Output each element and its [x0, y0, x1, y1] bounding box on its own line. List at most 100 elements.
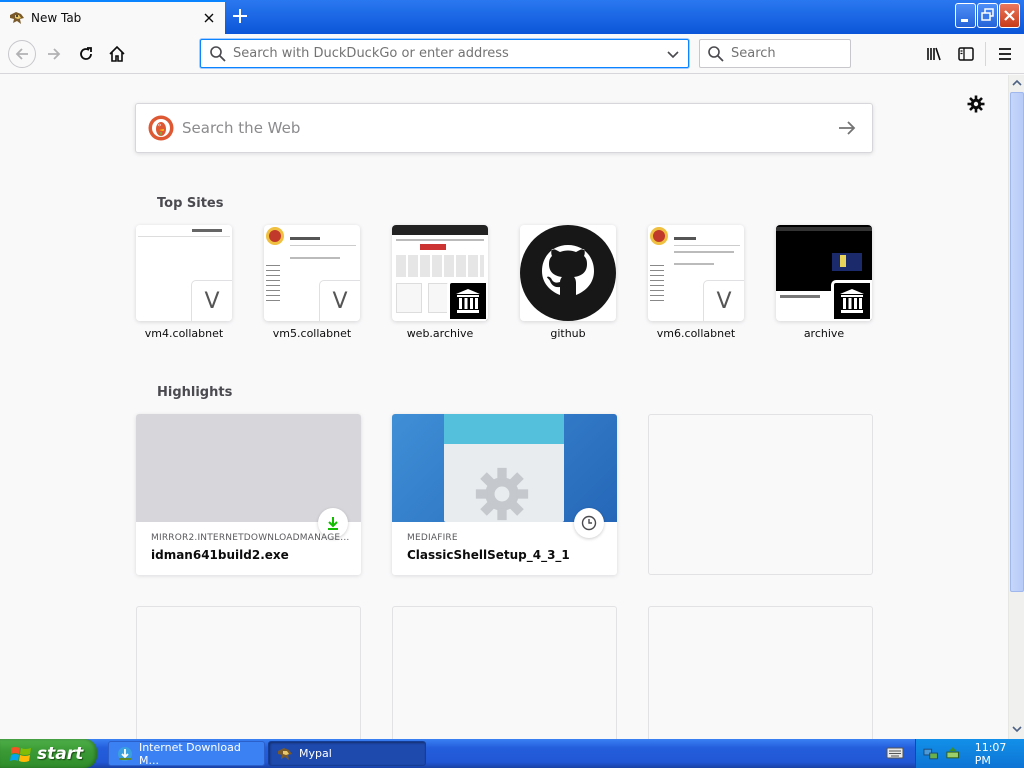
- scroll-down-icon[interactable]: [1010, 721, 1024, 737]
- highlight-source: MIRROR2.INTERNETDOWNLOADMANAGE...: [151, 533, 349, 543]
- search-icon: [708, 45, 724, 62]
- address-bar-placeholder: Search with DuckDuckGo or enter address: [233, 46, 509, 61]
- minimize-button[interactable]: [955, 3, 976, 28]
- top-site-thumbnail: [776, 225, 872, 321]
- highlight-title: ClassicShellSetup_4_3_1: [407, 548, 570, 562]
- taskbar-item-idm[interactable]: Internet Download M...: [108, 740, 265, 767]
- restore-button[interactable]: [977, 3, 998, 28]
- highlights-heading: Highlights: [157, 385, 233, 400]
- highlight-placeholder: [648, 414, 873, 575]
- network-icon[interactable]: [923, 746, 938, 762]
- tab-new-tab[interactable]: New Tab: [0, 0, 225, 34]
- archive-badge: [831, 280, 872, 321]
- toolbar-separator: [985, 42, 986, 66]
- top-site-label: archive: [803, 327, 845, 340]
- windows-logo-icon: [10, 746, 31, 762]
- safely-remove-hardware-icon[interactable]: [945, 746, 960, 762]
- system-tray: 11:07 PM: [915, 739, 1024, 768]
- archive-badge: [447, 280, 488, 321]
- arrow-right-icon[interactable]: [836, 117, 858, 139]
- top-site-vm4[interactable]: V vm4.collabnet: [136, 225, 232, 340]
- site-initial-badge: V: [703, 280, 744, 321]
- top-site-github[interactable]: github: [520, 225, 616, 340]
- hamburger-menu-icon: [999, 48, 1011, 60]
- download-icon: [328, 517, 338, 530]
- reload-button[interactable]: [74, 42, 98, 66]
- top-site-label: vm6.collabnet: [656, 327, 736, 340]
- highlight-card[interactable]: MEDIAFIRE ClassicShellSetup_4_3_1: [392, 414, 617, 575]
- top-site-web-archive[interactable]: web.archive: [392, 225, 488, 340]
- highlight-placeholder: [648, 606, 873, 739]
- top-sites-heading: Top Sites: [157, 196, 224, 211]
- gear-watermark-icon: [475, 467, 529, 521]
- top-site-label: web.archive: [406, 327, 474, 340]
- highlight-source: MEDIAFIRE: [407, 533, 458, 543]
- start-label: start: [37, 743, 84, 764]
- library-icon: [927, 47, 941, 61]
- scrollbar-thumb[interactable]: [1010, 92, 1024, 592]
- navigation-toolbar: Search with DuckDuckGo or enter address …: [0, 34, 1024, 74]
- new-tab-button[interactable]: [229, 5, 251, 27]
- top-site-thumbnail: V: [264, 225, 360, 321]
- vertical-scrollbar[interactable]: [1008, 75, 1024, 739]
- close-tab-icon[interactable]: [201, 10, 217, 26]
- newtab-page: Search the Web Top Sites V vm4.collabnet…: [0, 75, 1008, 739]
- forward-button[interactable]: [42, 42, 66, 66]
- scroll-up-icon[interactable]: [1010, 75, 1024, 91]
- close-window-button[interactable]: [999, 3, 1020, 28]
- duckduckgo-logo-icon: [148, 115, 174, 141]
- top-site-label: vm5.collabnet: [272, 327, 352, 340]
- highlight-card[interactable]: MIRROR2.INTERNETDOWNLOADMANAGE... idman6…: [136, 414, 361, 575]
- gear-icon[interactable]: [966, 94, 986, 114]
- start-button[interactable]: start: [0, 739, 97, 768]
- taskbar-item-label: Mypal: [299, 747, 332, 760]
- plus-icon: [233, 9, 247, 23]
- clock: 11:07 PM: [974, 740, 1007, 767]
- top-site-archive[interactable]: archive: [776, 225, 872, 340]
- mypal-favicon-icon: [10, 12, 24, 24]
- top-site-thumbnail: V: [136, 225, 232, 321]
- taskbar: start Internet Download M... Mypal 11:07…: [0, 739, 1024, 768]
- search-icon: [210, 45, 226, 62]
- back-button[interactable]: [8, 40, 36, 68]
- site-initial-badge: V: [319, 280, 360, 321]
- back-arrow-icon: [15, 48, 28, 60]
- tab-strip: New Tab: [0, 0, 1024, 34]
- top-site-thumbnail: [392, 225, 488, 321]
- sidebar-button[interactable]: [954, 42, 978, 66]
- mypal-app-icon: [278, 747, 292, 760]
- highlight-title: idman641build2.exe: [151, 548, 289, 562]
- top-site-thumbnail: [520, 225, 616, 321]
- reload-icon: [80, 47, 92, 60]
- home-button[interactable]: [105, 42, 129, 66]
- top-site-vm5[interactable]: V vm5.collabnet: [264, 225, 360, 340]
- top-site-label: github: [550, 327, 586, 340]
- close-icon: [1004, 10, 1015, 21]
- keyboard-icon[interactable]: [886, 746, 904, 760]
- search-box-placeholder: Search: [731, 46, 776, 61]
- top-site-thumbnail: V: [648, 225, 744, 321]
- highlight-thumbnail: [392, 414, 617, 522]
- highlight-thumbnail: [136, 414, 361, 522]
- forward-arrow-icon: [48, 48, 61, 60]
- top-site-vm6[interactable]: V vm6.collabnet: [648, 225, 744, 340]
- menu-button[interactable]: [993, 42, 1017, 66]
- top-site-label: vm4.collabnet: [144, 327, 224, 340]
- site-initial-badge: V: [191, 280, 232, 321]
- address-bar[interactable]: Search with DuckDuckGo or enter address: [200, 39, 689, 68]
- search-box[interactable]: Search: [699, 39, 851, 68]
- chevron-down-icon[interactable]: [664, 45, 682, 63]
- idm-app-icon: [117, 746, 132, 761]
- archive-icon: [456, 289, 480, 313]
- taskbar-item-label: Internet Download M...: [138, 740, 241, 767]
- sidebar-icon: [958, 47, 974, 61]
- clock-icon: [581, 515, 597, 531]
- tab-title: New Tab: [31, 11, 82, 25]
- minimize-icon: [961, 19, 968, 22]
- archive-icon: [840, 289, 864, 313]
- web-search-placeholder: Search the Web: [182, 119, 301, 137]
- highlight-placeholder: [136, 606, 361, 739]
- library-button[interactable]: [922, 42, 946, 66]
- taskbar-item-mypal[interactable]: Mypal: [268, 741, 426, 766]
- web-search-field[interactable]: Search the Web: [135, 103, 873, 153]
